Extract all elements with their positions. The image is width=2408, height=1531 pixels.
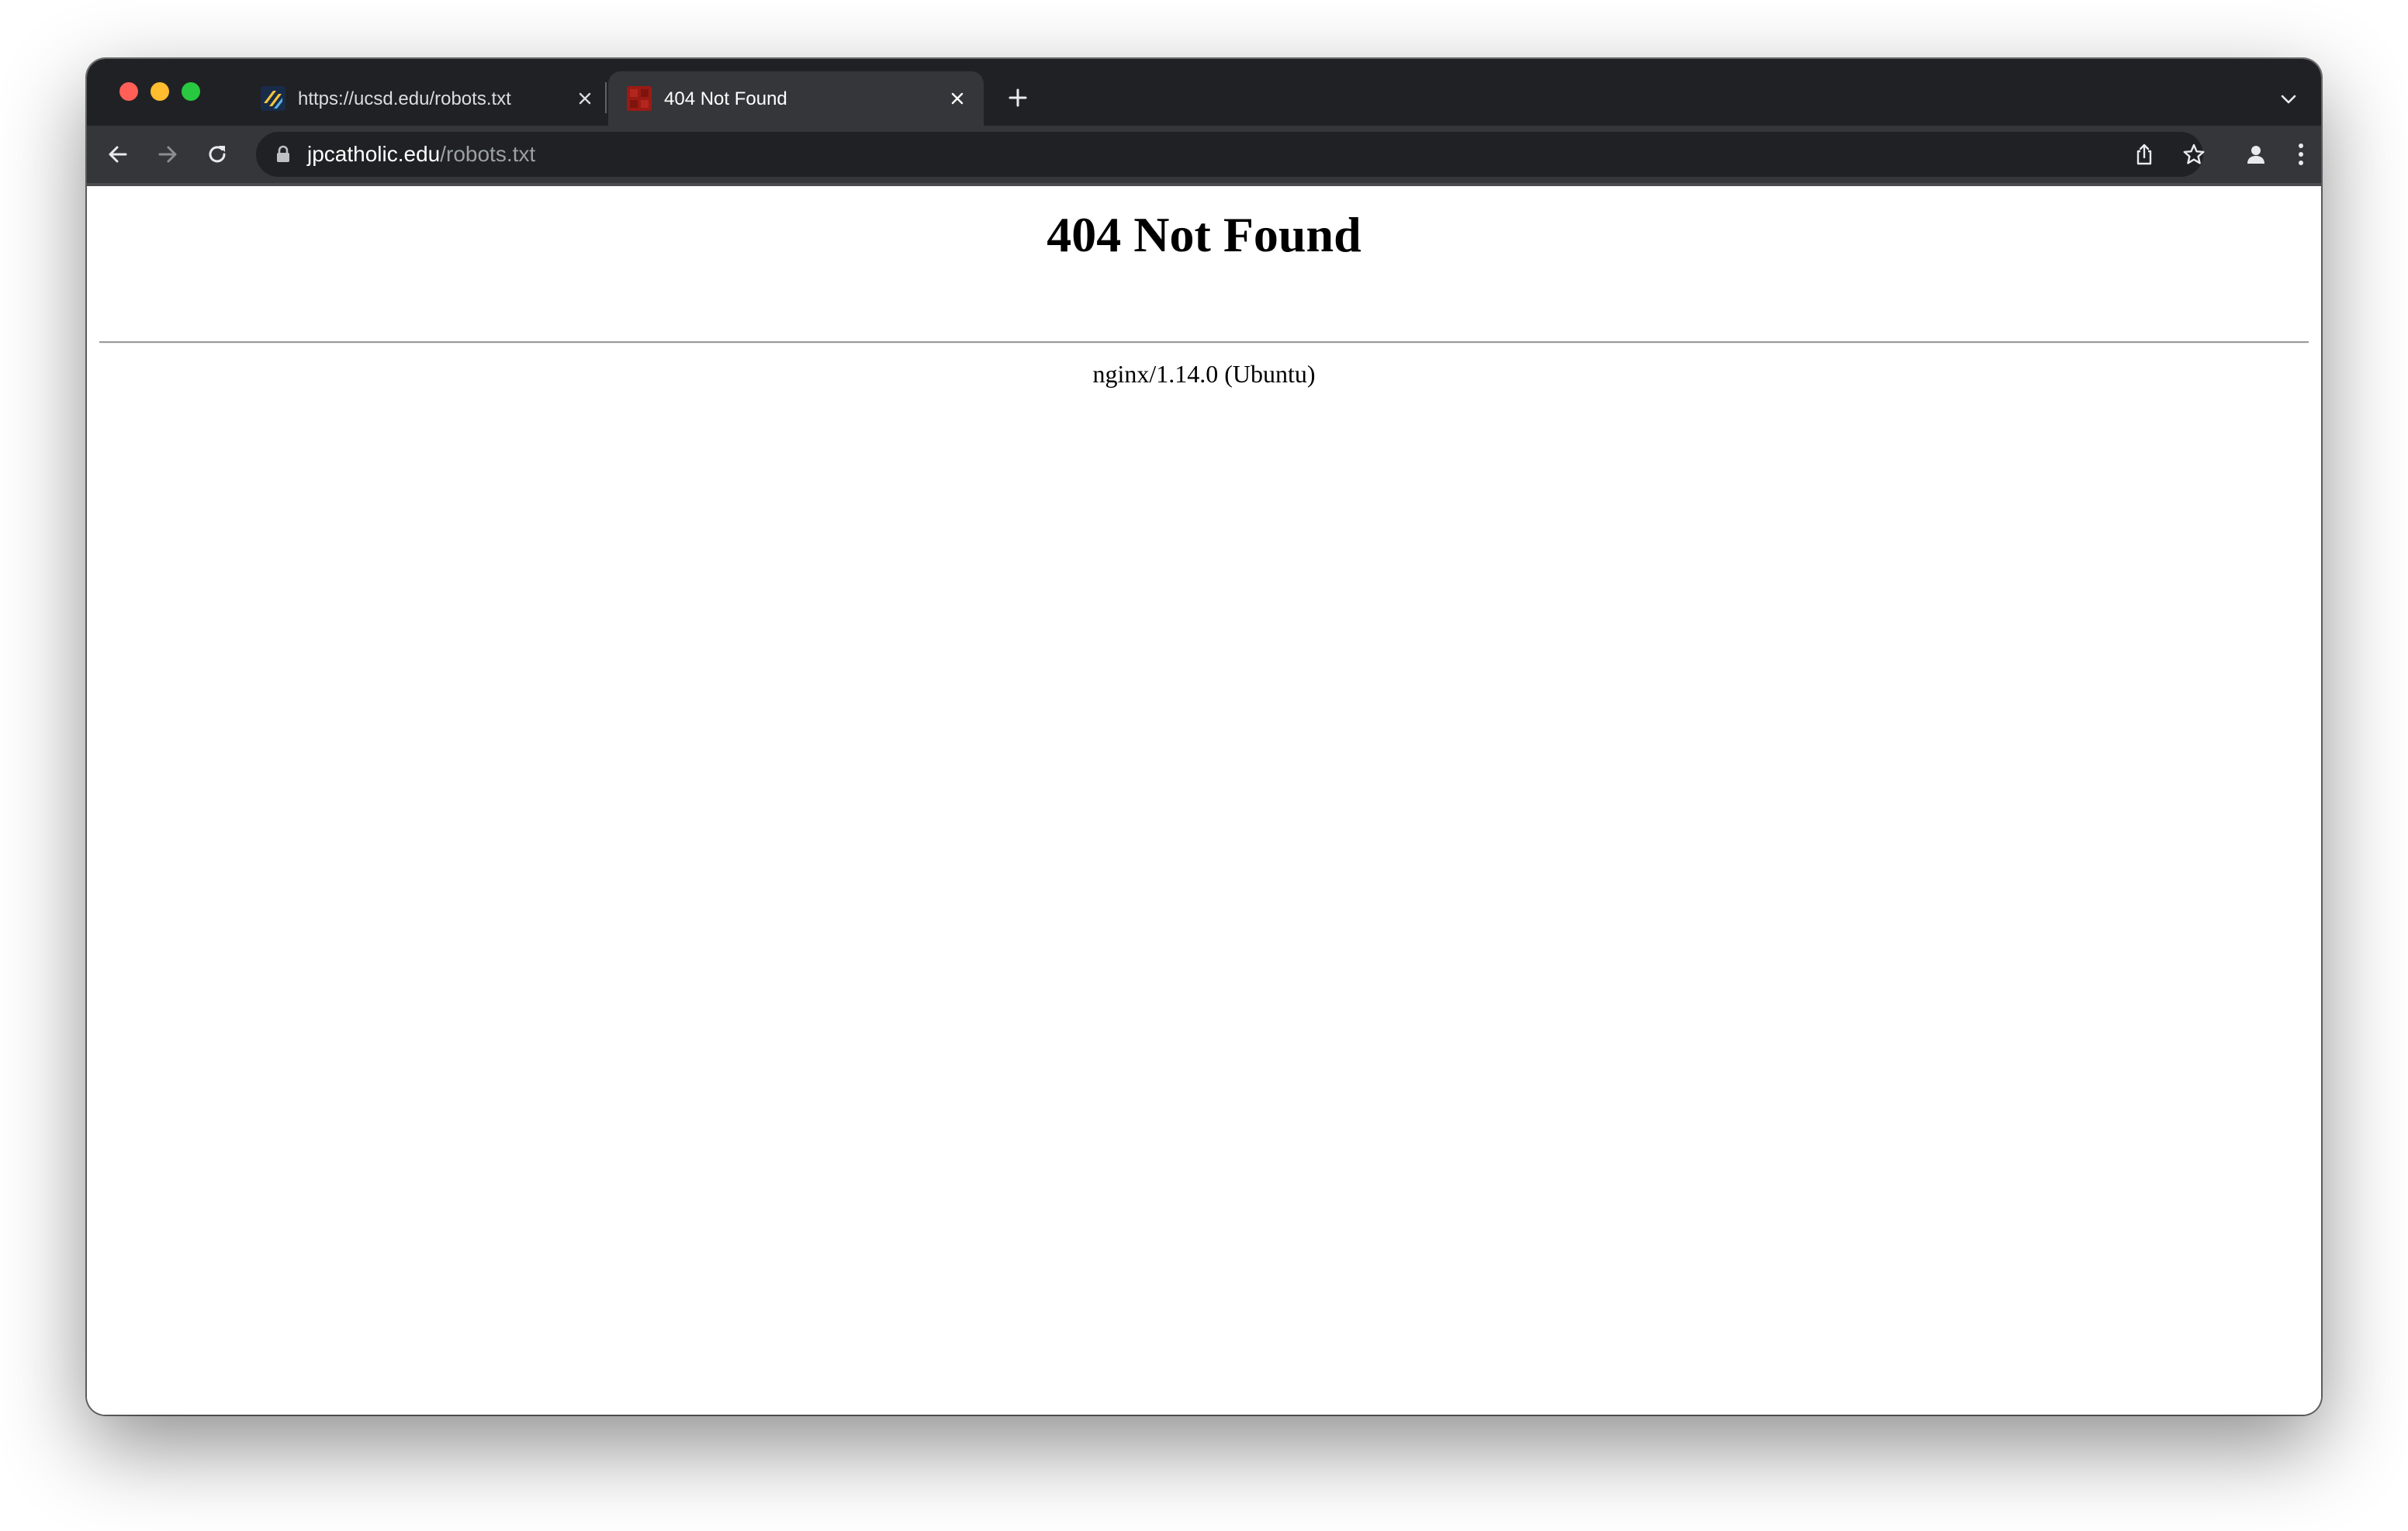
horizontal-rule (99, 341, 2309, 344)
profile-button[interactable] (2237, 136, 2275, 173)
zoom-window-button[interactable] (182, 82, 200, 101)
tab-404-not-found[interactable]: 404 Not Found (608, 71, 984, 126)
tab-title: 404 Not Found (664, 88, 787, 109)
reload-button[interactable] (199, 136, 236, 173)
url-host: jpcatholic.edu (307, 142, 441, 166)
bookmark-button[interactable] (2175, 136, 2213, 173)
ucsd-favicon-icon (261, 86, 285, 111)
address-url[interactable]: jpcatholic.edu/robots.txt (307, 142, 535, 167)
tab-search-button[interactable] (2275, 85, 2302, 113)
star-icon (2183, 143, 2205, 164)
address-bar[interactable]: jpcatholic.edu/robots.txt (256, 132, 2203, 177)
back-button[interactable] (99, 136, 137, 173)
tab-title: https://ucsd.edu/robots.txt (298, 88, 511, 109)
minimize-window-button[interactable] (150, 82, 169, 101)
lock-icon[interactable] (273, 144, 293, 164)
page-content: 404 Not Found nginx/1.14.0 (Ubuntu) (87, 186, 2321, 1415)
close-tab-icon[interactable] (571, 85, 599, 112)
tab-separator (605, 82, 607, 113)
page-title: 404 Not Found (1047, 207, 1361, 262)
menu-button[interactable] (2285, 136, 2316, 173)
share-icon (2136, 143, 2152, 165)
tab-ucsd-robots[interactable]: https://ucsd.edu/robots.txt (242, 71, 611, 126)
tab-strip: https://ucsd.edu/robots.txt 404 Not Foun… (87, 59, 2321, 126)
arrow-left-icon (109, 146, 127, 163)
share-button[interactable] (2126, 136, 2163, 173)
server-signature: nginx/1.14.0 (Ubuntu) (1092, 360, 1316, 388)
url-path: /robots.txt (440, 142, 536, 166)
person-icon (2247, 146, 2264, 164)
browser-toolbar: jpcatholic.edu/robots.txt (87, 126, 2321, 183)
close-window-button[interactable] (119, 82, 138, 101)
new-tab-button[interactable] (1002, 82, 1033, 113)
forward-button[interactable] (149, 136, 186, 173)
kebab-menu-icon (2299, 143, 2303, 165)
browser-window: https://ucsd.edu/robots.txt 404 Not Foun… (87, 59, 2321, 1415)
arrow-right-icon (158, 146, 177, 163)
red-square-favicon-icon (627, 86, 652, 111)
plus-icon (1009, 88, 1027, 107)
chevron-down-icon (2281, 95, 2296, 104)
reload-icon (209, 146, 226, 163)
close-tab-icon[interactable] (943, 85, 971, 112)
